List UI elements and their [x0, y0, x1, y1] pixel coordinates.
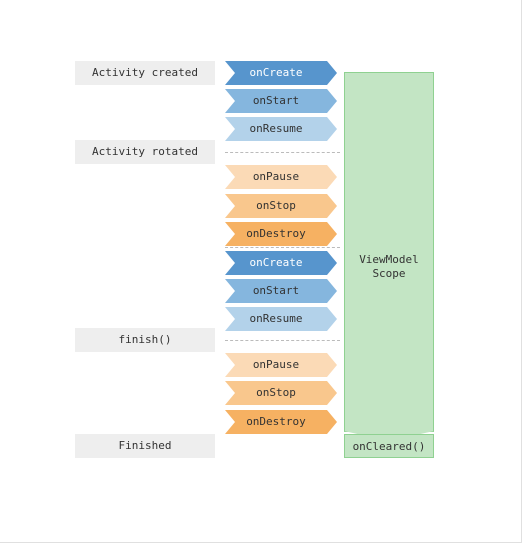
viewmodel-oncleared: onCleared() — [344, 434, 434, 458]
arrow-head-icon — [327, 307, 337, 331]
arrow-head-icon — [327, 61, 337, 85]
arrow-notch-icon — [225, 89, 235, 113]
lifecycle-onresume: onResume — [225, 307, 327, 331]
arrow-notch-icon — [225, 61, 235, 85]
event-activity-created: Activity created — [75, 61, 215, 85]
divider — [225, 247, 340, 248]
arrow-notch-icon — [225, 381, 235, 405]
lifecycle-ondestroy: onDestroy — [225, 410, 327, 434]
viewmodel-scope-label: ViewModelScope — [345, 253, 433, 281]
arrow-head-icon — [327, 222, 337, 246]
arrow-notch-icon — [225, 410, 235, 434]
arrow-notch-icon — [225, 307, 235, 331]
arrow-notch-icon — [225, 222, 235, 246]
lifecycle-onpause: onPause — [225, 353, 327, 377]
lifecycle-onstart: onStart — [225, 279, 327, 303]
arrow-notch-icon — [225, 279, 235, 303]
arrow-head-icon — [327, 410, 337, 434]
lifecycle-label: onDestroy — [225, 410, 327, 434]
lifecycle-label: onPause — [225, 353, 327, 377]
divider — [225, 340, 340, 341]
lifecycle-label: onResume — [225, 117, 327, 141]
lifecycle-label: onResume — [225, 307, 327, 331]
lifecycle-label: onStop — [225, 194, 327, 218]
lifecycle-label: onPause — [225, 165, 327, 189]
arrow-notch-icon — [225, 251, 235, 275]
arrow-notch-icon — [225, 117, 235, 141]
arrow-head-icon — [327, 89, 337, 113]
event-activity-rotated: Activity rotated — [75, 140, 215, 164]
arrow-head-icon — [327, 381, 337, 405]
lifecycle-label: onStart — [225, 279, 327, 303]
arrow-head-icon — [327, 194, 337, 218]
lifecycle-onstart: onStart — [225, 89, 327, 113]
lifecycle-label: onStart — [225, 89, 327, 113]
event-finished: Finished — [75, 434, 215, 458]
lifecycle-oncreate: onCreate — [225, 61, 327, 85]
arrow-head-icon — [327, 279, 337, 303]
arrow-head-icon — [327, 251, 337, 275]
event-finish: finish() — [75, 328, 215, 352]
arrow-head-icon — [327, 165, 337, 189]
lifecycle-onstop: onStop — [225, 381, 327, 405]
arrow-head-icon — [327, 353, 337, 377]
arrow-notch-icon — [225, 353, 235, 377]
arrow-notch-icon — [225, 165, 235, 189]
lifecycle-onpause: onPause — [225, 165, 327, 189]
divider — [225, 152, 340, 153]
lifecycle-onstop: onStop — [225, 194, 327, 218]
lifecycle-diagram: Activity created Activity rotated finish… — [0, 0, 522, 543]
viewmodel-scope: ViewModelScope — [344, 72, 434, 432]
lifecycle-onresume: onResume — [225, 117, 327, 141]
lifecycle-label: onStop — [225, 381, 327, 405]
arrow-head-icon — [327, 117, 337, 141]
lifecycle-label: onDestroy — [225, 222, 327, 246]
lifecycle-label: onCreate — [225, 61, 327, 85]
lifecycle-oncreate: onCreate — [225, 251, 327, 275]
lifecycle-label: onCreate — [225, 251, 327, 275]
arrow-notch-icon — [225, 194, 235, 218]
lifecycle-ondestroy: onDestroy — [225, 222, 327, 246]
